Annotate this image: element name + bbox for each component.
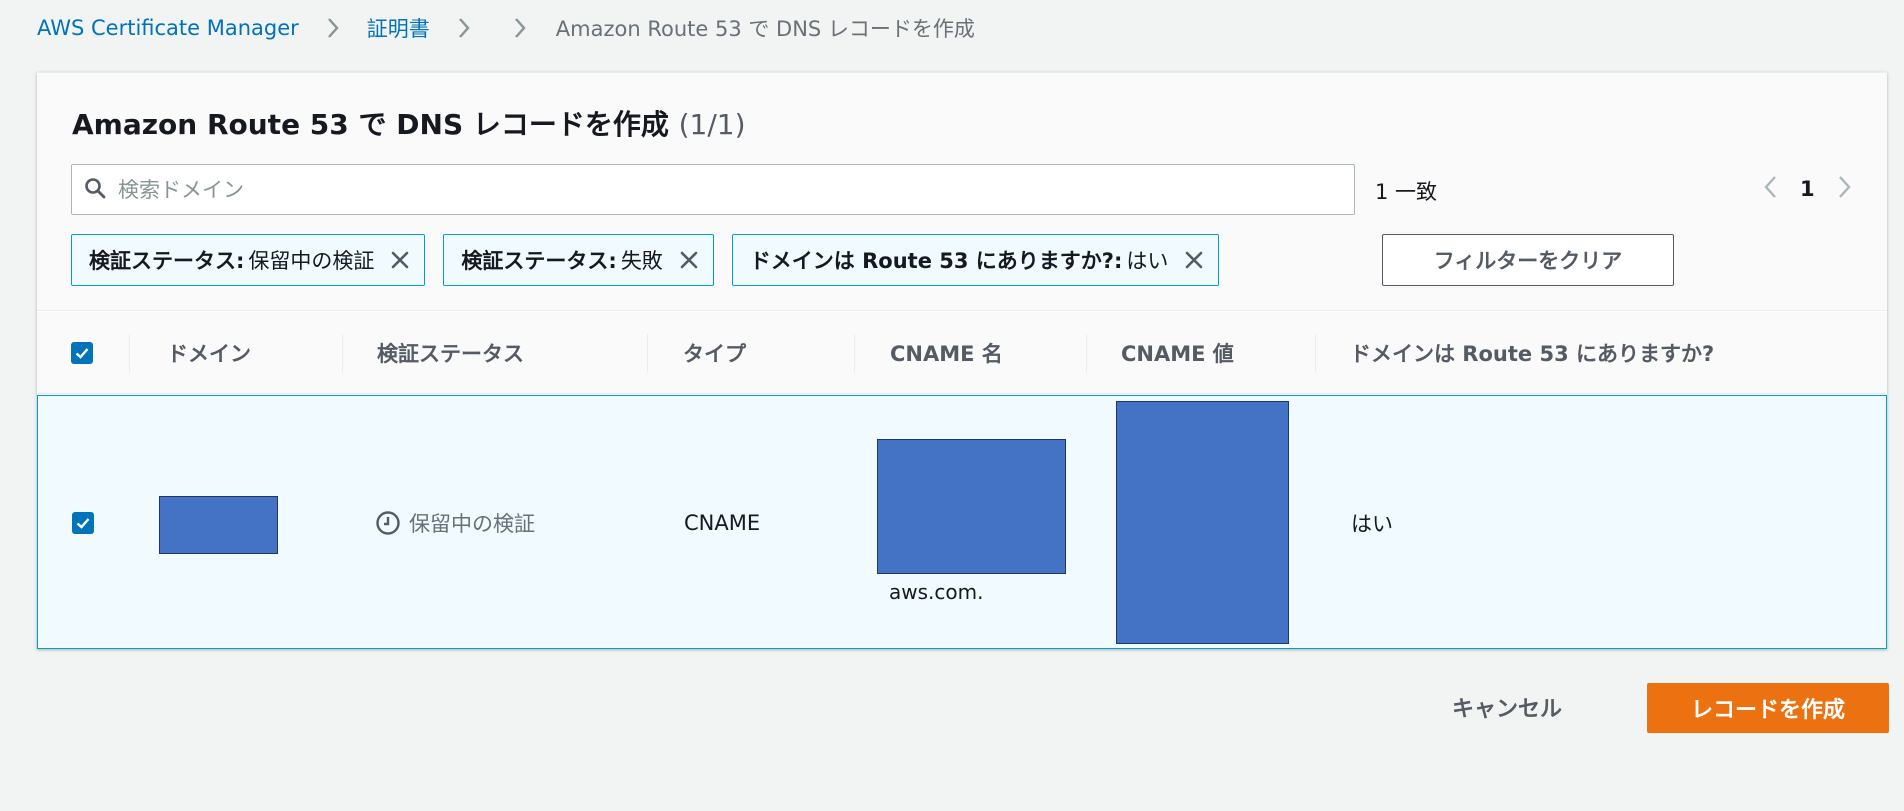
chevron-right-icon bbox=[506, 14, 534, 42]
filter-token-key: ドメインは Route 53 にありますか?: bbox=[749, 249, 1123, 273]
filter-token-key: 検証ステータス: bbox=[461, 249, 617, 273]
breadcrumb-certificate-manager[interactable]: AWS Certificate Manager bbox=[37, 16, 299, 40]
filter-token: ドメインは Route 53 にありますか?: はい bbox=[731, 234, 1220, 286]
pagination: 1 bbox=[1762, 169, 1853, 209]
previous-page-icon[interactable] bbox=[1762, 174, 1778, 204]
table-row[interactable]: 保留中の検証 CNAME aws.com. はい bbox=[37, 395, 1887, 649]
chevron-right-icon bbox=[319, 14, 347, 42]
close-icon[interactable] bbox=[675, 246, 703, 274]
breadcrumb-current: Amazon Route 53 で DNS レコードを作成 bbox=[555, 17, 975, 41]
cname-name-suffix: aws.com. bbox=[889, 580, 984, 604]
in-route53-value: はい bbox=[1351, 512, 1393, 536]
column-divider bbox=[1315, 334, 1316, 372]
status-badge: 保留中の検証 bbox=[375, 506, 535, 540]
column-divider bbox=[854, 334, 855, 372]
filter-token: 検証ステータス: 失敗 bbox=[443, 234, 714, 286]
filter-token: 検証ステータス: 保留中の検証 bbox=[71, 234, 426, 286]
column-header-cname-value[interactable]: CNAME 値 bbox=[1121, 312, 1234, 394]
row-checkbox[interactable] bbox=[72, 512, 94, 534]
filter-token-key: 検証ステータス: bbox=[89, 249, 245, 273]
chevron-right-icon bbox=[450, 14, 478, 42]
column-divider bbox=[129, 334, 130, 372]
redacted-cname-name bbox=[877, 439, 1066, 574]
column-header-cname-name[interactable]: CNAME 名 bbox=[890, 312, 1003, 394]
search-icon bbox=[84, 177, 106, 203]
redacted-domain bbox=[159, 496, 278, 554]
filter-tokens: 検証ステータス: 保留中の検証 検証ステータス: 失敗 ドメインは Route … bbox=[71, 234, 1220, 286]
page-number[interactable]: 1 bbox=[1800, 177, 1815, 201]
checkbox-checked[interactable] bbox=[71, 342, 93, 364]
close-icon[interactable] bbox=[1180, 246, 1208, 274]
clear-filters-button[interactable]: フィルターをクリア bbox=[1382, 234, 1674, 286]
select-all-checkbox[interactable] bbox=[71, 312, 93, 394]
column-divider bbox=[342, 334, 343, 372]
breadcrumb: AWS Certificate Manager 証明書 Amazon Route… bbox=[37, 13, 975, 43]
search-input[interactable] bbox=[116, 169, 1336, 210]
record-type: CNAME bbox=[684, 511, 761, 535]
clock-icon bbox=[376, 511, 400, 535]
panel-title: Amazon Route 53 で DNS レコードを作成 (1/1) bbox=[72, 103, 746, 143]
cancel-button[interactable]: キャンセル bbox=[1452, 686, 1562, 728]
create-records-button[interactable]: レコードを作成 bbox=[1647, 683, 1889, 733]
breadcrumb-certificates[interactable]: 証明書 bbox=[367, 13, 430, 43]
checkbox-checked[interactable] bbox=[72, 512, 94, 534]
column-header-type[interactable]: タイプ bbox=[683, 312, 746, 394]
panel-header: Amazon Route 53 で DNS レコードを作成 (1/1) 1 一致… bbox=[37, 73, 1887, 311]
filter-token-value: 失敗 bbox=[620, 249, 663, 273]
filter-token-value: はい bbox=[1126, 249, 1169, 273]
close-icon[interactable] bbox=[386, 246, 414, 274]
next-page-icon[interactable] bbox=[1837, 174, 1853, 204]
status-text: 保留中の検証 bbox=[409, 512, 535, 536]
panel-title-count: (1/1) bbox=[678, 108, 746, 141]
column-header-domain[interactable]: ドメイン bbox=[167, 312, 251, 394]
table-header: ドメイン 検証ステータス タイプ CNAME 名 CNAME 値 ドメインは R… bbox=[37, 312, 1887, 394]
panel-title-text: Amazon Route 53 で DNS レコードを作成 bbox=[72, 108, 669, 141]
column-divider bbox=[647, 334, 648, 372]
column-header-status[interactable]: 検証ステータス bbox=[377, 312, 524, 394]
dns-records-panel: Amazon Route 53 で DNS レコードを作成 (1/1) 1 一致… bbox=[37, 72, 1887, 649]
search-box[interactable] bbox=[71, 164, 1355, 215]
match-count: 1 一致 bbox=[1375, 180, 1438, 204]
column-divider bbox=[1086, 334, 1087, 372]
column-header-in-route53[interactable]: ドメインは Route 53 にありますか? bbox=[1350, 312, 1714, 394]
redacted-cname-value bbox=[1116, 401, 1289, 644]
filter-token-value: 保留中の検証 bbox=[248, 249, 375, 273]
